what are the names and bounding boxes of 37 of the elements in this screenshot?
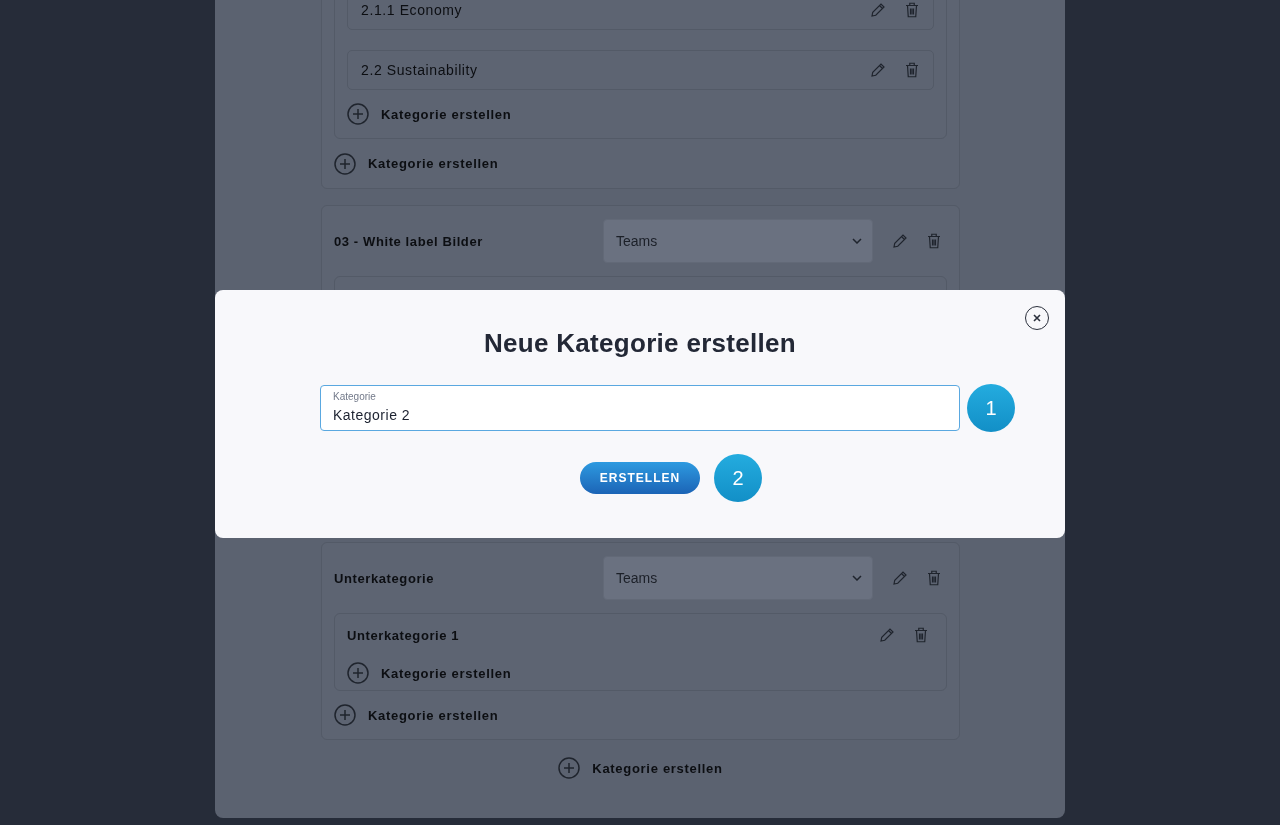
plus-circle-icon [334, 152, 356, 175]
pencil-icon[interactable] [869, 61, 887, 79]
pencil-icon[interactable] [869, 1, 887, 19]
chevron-down-icon [852, 575, 862, 581]
step-badge: 1 [967, 384, 1015, 432]
plus-circle-icon [558, 757, 581, 779]
teams-select[interactable]: Teams [603, 219, 873, 263]
create-category-link[interactable]: Kategorie erstellen [558, 740, 723, 796]
teams-select[interactable]: Teams [603, 556, 873, 600]
create-category-link[interactable]: Kategorie erstellen [334, 139, 499, 188]
trash-icon[interactable] [925, 569, 943, 587]
subcategory-label: 2.2 Sustainability [361, 62, 479, 78]
create-category-link[interactable]: Kategorie erstellen [347, 90, 512, 138]
close-icon [1032, 313, 1042, 323]
select-placeholder: Teams [616, 570, 659, 586]
select-placeholder: Teams [616, 233, 659, 249]
dialog-title: Neue Kategorie erstellen [483, 328, 797, 359]
step-badge: 2 [714, 454, 763, 502]
pencil-icon[interactable] [891, 569, 909, 587]
trash-icon[interactable] [912, 626, 930, 644]
plus-circle-icon [347, 662, 369, 684]
create-category-link[interactable]: Kategorie erstellen [334, 691, 499, 739]
trash-icon[interactable] [903, 61, 921, 79]
trash-icon[interactable] [903, 1, 921, 19]
field-label: Kategorie [333, 391, 376, 402]
create-category-link[interactable]: Kategorie erstellen [347, 656, 512, 690]
plus-circle-icon [347, 103, 369, 125]
category-title: 03 - White label Bilder [334, 233, 484, 249]
create-button[interactable]: ERSTELLEN [579, 462, 701, 494]
plus-circle-icon [334, 704, 356, 726]
category-title: Unterkategorie [334, 570, 436, 586]
pencil-icon[interactable] [878, 626, 896, 644]
subcategory-label: 2.1.1 Economy [361, 2, 464, 18]
trash-icon[interactable] [925, 232, 943, 250]
pencil-icon[interactable] [891, 232, 909, 250]
chevron-down-icon [852, 238, 862, 244]
subcategory-title: Unterkategorie 1 [347, 627, 461, 643]
